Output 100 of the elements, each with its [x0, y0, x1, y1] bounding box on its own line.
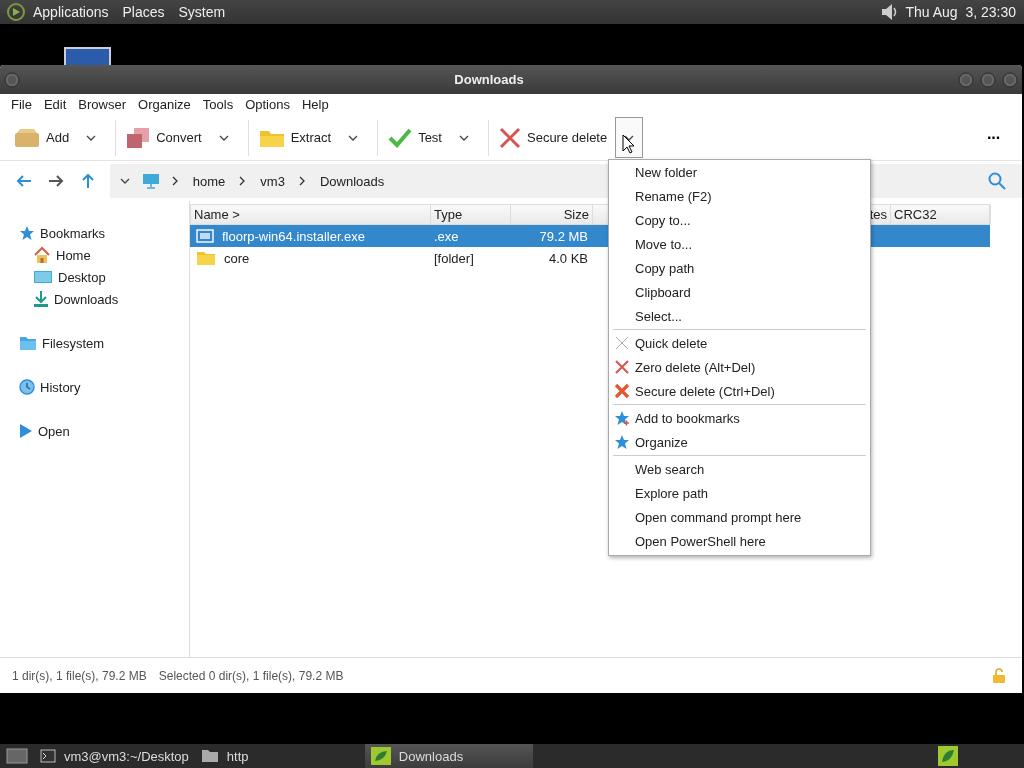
dropdown-button[interactable] — [615, 117, 644, 158]
chevron-icon — [239, 176, 247, 186]
search-icon — [988, 172, 1006, 190]
cross-icon — [614, 335, 630, 351]
context-menu-item[interactable]: Copy path — [635, 260, 695, 276]
chevron-icon — [298, 176, 306, 186]
caret-icon — [348, 134, 359, 141]
menu-item[interactable]: Tools — [196, 97, 240, 112]
sidebar-item[interactable]: Filesystem — [42, 335, 105, 351]
context-menu-item[interactable]: Copy to... — [635, 212, 691, 228]
menu-item[interactable]: Browser — [72, 97, 133, 112]
toolbar-button[interactable]: Extract — [254, 119, 336, 156]
file-icon — [196, 229, 214, 243]
terminal-icon — [40, 749, 56, 763]
file-size: 4.0 KB — [547, 250, 589, 266]
toolbar-button[interactable]: Add — [10, 119, 74, 156]
window-button-icon — [958, 71, 974, 88]
folder-icon — [19, 335, 37, 351]
file-type: .exe — [433, 228, 460, 244]
clock-icon — [19, 379, 35, 395]
column-header[interactable]: CRC32 — [891, 205, 991, 224]
breadcrumb[interactable]: vm3 — [258, 173, 287, 189]
context-menu-item[interactable]: Zero delete (Alt+Del) — [635, 359, 756, 375]
taskbar-item[interactable]: http — [194, 744, 353, 768]
app-icon — [370, 747, 391, 765]
folder-icon — [196, 250, 216, 266]
arrow-up-icon — [80, 173, 95, 189]
sidebar-item[interactable]: Downloads — [54, 291, 119, 307]
app-icon — [938, 746, 958, 766]
context-menu-item[interactable]: Open command prompt here — [635, 509, 802, 525]
column-header[interactable]: Size — [511, 205, 593, 224]
desktop-icon — [6, 747, 28, 765]
chevron-icon — [171, 176, 179, 186]
menu-item[interactable]: Help — [295, 97, 335, 112]
taskbar-item[interactable]: Downloads — [364, 744, 533, 768]
context-menu-item[interactable]: Add to bookmarks — [635, 410, 740, 426]
star-icon — [19, 225, 35, 241]
sidebar-item[interactable]: Bookmarks — [40, 225, 106, 241]
download-icon — [33, 290, 49, 308]
toolbar-button[interactable]: Secure delete — [495, 119, 612, 156]
context-menu-item[interactable]: Explore path — [635, 485, 708, 501]
column-header[interactable]: Type — [431, 205, 511, 224]
menu-item[interactable]: Organize — [132, 97, 197, 112]
star-icon — [614, 434, 630, 450]
caret-icon — [86, 134, 97, 141]
panel-menu[interactable]: Places — [115, 4, 172, 20]
file-name: core — [224, 250, 250, 266]
more-button[interactable]: ··· — [981, 127, 1006, 148]
cursor-icon — [622, 134, 636, 154]
panel-menu[interactable]: Applications — [26, 4, 116, 20]
window-button-icon — [980, 71, 996, 88]
toolbar-button[interactable]: Test — [384, 119, 446, 156]
cross-icon — [499, 126, 521, 149]
sidebar-item[interactable]: History — [40, 379, 81, 395]
home-icon — [33, 246, 51, 264]
sidebar-item[interactable]: Home — [56, 247, 91, 263]
cross-icon — [614, 359, 630, 375]
taskbar-item[interactable]: vm3@vm3:~/Desktop — [34, 744, 195, 768]
panel-menu[interactable]: System — [171, 4, 233, 20]
context-menu-item[interactable]: New folder — [635, 164, 698, 180]
sidebar-item[interactable]: Desktop — [58, 269, 106, 285]
check-icon — [388, 127, 413, 148]
caret-icon — [459, 134, 469, 141]
menu-item[interactable]: File — [5, 97, 38, 112]
breadcrumb[interactable]: home — [190, 173, 228, 189]
lock-icon — [992, 667, 1006, 684]
context-menu-item[interactable]: Web search — [635, 461, 705, 477]
context-menu-item[interactable]: Organize — [635, 434, 688, 450]
menu-item[interactable]: Options — [239, 97, 296, 112]
toolbar-button[interactable]: Convert — [122, 119, 206, 156]
folder-icon — [200, 749, 219, 763]
box-icon — [14, 127, 40, 148]
menu-item[interactable]: Edit — [37, 97, 73, 112]
caret-icon — [119, 178, 130, 184]
cross-icon — [614, 383, 630, 399]
window-button-icon — [1002, 71, 1018, 88]
clock[interactable]: Thu Aug 3, 23:30 — [905, 4, 1016, 20]
arrow-right-icon — [47, 174, 64, 188]
column-header[interactable]: Name > — [191, 205, 431, 224]
status-text: Selected 0 dir(s), 1 file(s), 79.2 MB — [158, 668, 344, 683]
monitor-icon — [64, 47, 111, 65]
context-menu-item[interactable]: Secure delete (Ctrl+Del) — [635, 383, 775, 399]
file-size: 79.2 MB — [538, 228, 589, 244]
status-text: 1 dir(s), 1 file(s), 79.2 MB — [12, 668, 147, 683]
file-name: floorp-win64.installer.exe — [222, 228, 366, 244]
context-menu-item[interactable]: Select... — [635, 308, 682, 324]
file-type: [folder] — [433, 250, 475, 266]
computer-icon — [141, 173, 160, 189]
star-icon — [614, 410, 630, 426]
context-menu-item[interactable]: Clipboard — [635, 284, 691, 300]
breadcrumb[interactable]: Downloads — [317, 173, 387, 189]
sidebar-item[interactable]: Open — [38, 423, 70, 439]
context-menu-item[interactable]: Open PowerShell here — [635, 533, 766, 549]
window-title: Downloads — [453, 72, 525, 87]
window-button-icon — [4, 71, 20, 88]
context-menu-item[interactable]: Quick delete — [635, 335, 708, 351]
logo-icon — [6, 2, 26, 22]
squares-icon — [126, 126, 151, 149]
play-icon — [19, 423, 33, 439]
caret-icon — [218, 134, 229, 141]
